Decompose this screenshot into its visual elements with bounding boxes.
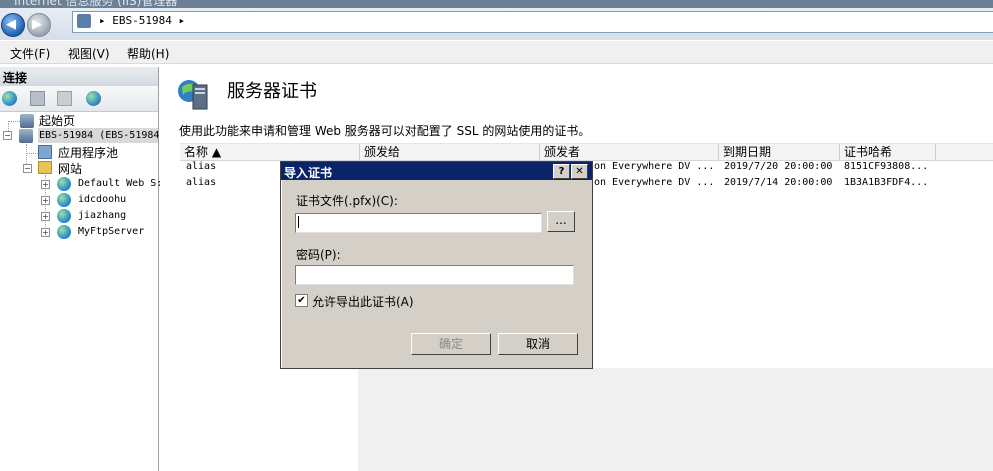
- site-globe-icon: [57, 193, 71, 207]
- window-title: Internet 信息服务 (IIS)管理器: [14, 0, 178, 8]
- tree-site-item[interactable]: Default Web S:: [78, 178, 162, 189]
- address-path[interactable]: ▸ EBS-51984 ▸: [99, 14, 185, 27]
- certificates-grid-header: 名称 ▲ 颁发给 颁发者 到期日期 证书哈希: [180, 143, 993, 161]
- back-arrow-icon: ◀: [6, 17, 16, 32]
- expand-icon[interactable]: +: [41, 228, 50, 237]
- page-title: 服务器证书: [227, 81, 317, 102]
- up-level-icon[interactable]: [57, 91, 72, 106]
- cell-expiration: 2019/7/14 20:00:00: [724, 177, 833, 188]
- collapse-icon[interactable]: −: [3, 131, 12, 140]
- server-node-icon: [19, 129, 33, 143]
- site-globe-icon: [57, 209, 71, 223]
- dialog-title-bar: 导入证书 ? ✕: [281, 162, 592, 180]
- tree-app-pools[interactable]: 应用程序池: [58, 144, 118, 161]
- expand-icon[interactable]: +: [41, 196, 50, 205]
- close-button[interactable]: ✕: [571, 164, 588, 179]
- cell-hash: 1B3A1B3FDF4...: [844, 177, 929, 188]
- import-certificate-dialog: 导入证书 ? ✕ 证书文件(.pfx)(C): ... 密码(P): ✔ 允许导…: [280, 161, 593, 369]
- empty-area: [358, 368, 993, 471]
- cancel-button[interactable]: 取消: [498, 333, 578, 355]
- column-hash[interactable]: 证书哈希: [840, 144, 936, 160]
- site-globe-icon: [57, 225, 71, 239]
- tree-server[interactable]: EBS-51984 (EBS-51984: [39, 130, 159, 141]
- password-label: 密码(P):: [296, 248, 341, 262]
- menu-file[interactable]: 文件(F): [10, 45, 50, 62]
- forward-button[interactable]: ▶: [27, 13, 51, 37]
- breadcrumb-separator[interactable]: ▸: [178, 14, 185, 27]
- forward-arrow-icon: ▶: [32, 17, 42, 32]
- column-issued-to[interactable]: 颁发给: [360, 144, 540, 160]
- tree-sites[interactable]: 网站: [58, 160, 82, 177]
- site-globe-icon: [57, 177, 71, 191]
- cell-expiration: 2019/7/20 20:00:00: [724, 161, 833, 172]
- disconnect-icon[interactable]: [86, 91, 101, 106]
- cell-hash: 8151CF93808...: [844, 161, 929, 172]
- column-expiration[interactable]: 到期日期: [719, 144, 840, 160]
- tree-site-item[interactable]: MyFtpServer: [78, 226, 144, 237]
- tree-site-item[interactable]: jiazhang: [78, 210, 126, 221]
- column-issuer[interactable]: 颁发者: [540, 144, 719, 160]
- password-input[interactable]: [295, 265, 574, 285]
- connections-toolbar: [0, 86, 158, 112]
- page-description: 使用此功能来申请和管理 Web 服务器可以对配置了 SSL 的网站使用的证书。: [179, 124, 591, 138]
- cell-name: alias: [186, 177, 217, 188]
- expand-icon[interactable]: +: [41, 212, 50, 221]
- server-certificates-icon: [178, 80, 208, 110]
- menu-help[interactable]: 帮助(H): [127, 45, 169, 62]
- window-title-bar: Internet 信息服务 (IIS)管理器: [0, 0, 993, 8]
- allow-export-label[interactable]: 允许导出此证书(A): [312, 293, 414, 310]
- allow-export-checkbox[interactable]: ✔: [295, 294, 308, 307]
- dialog-title: 导入证书: [284, 166, 333, 180]
- cell-issuer: on Everywhere DV ...: [594, 177, 715, 188]
- expand-icon[interactable]: +: [41, 180, 50, 189]
- sites-folder-icon: [38, 161, 52, 174]
- cell-name: alias: [186, 161, 217, 172]
- server-icon: [77, 14, 91, 28]
- tree-site-item[interactable]: idcdoohu: [78, 194, 126, 205]
- save-icon[interactable]: [30, 91, 45, 106]
- connections-header: 连接: [0, 67, 158, 86]
- cell-issuer: on Everywhere DV ...: [594, 161, 715, 172]
- connect-globe-icon[interactable]: [2, 91, 17, 106]
- file-label: 证书文件(.pfx)(C):: [296, 194, 398, 208]
- browse-button[interactable]: ...: [547, 211, 575, 232]
- connections-title: 连接: [3, 71, 28, 85]
- app-pool-icon: [38, 145, 52, 159]
- ok-button[interactable]: 确定: [411, 333, 491, 355]
- breadcrumb-server[interactable]: EBS-51984: [112, 14, 172, 27]
- address-bar[interactable]: ▸ EBS-51984 ▸: [72, 11, 993, 33]
- menu-view[interactable]: 视图(V): [68, 45, 110, 62]
- start-page-icon: [20, 114, 34, 128]
- certificate-file-input[interactable]: [295, 213, 542, 233]
- column-name[interactable]: 名称 ▲: [180, 144, 360, 160]
- help-button[interactable]: ?: [553, 164, 570, 179]
- text-caret: [298, 216, 299, 228]
- tree-start-page[interactable]: 起始页: [39, 112, 75, 129]
- breadcrumb-separator: ▸: [99, 14, 106, 27]
- collapse-icon[interactable]: −: [23, 164, 32, 173]
- menu-bar: 文件(F) 视图(V) 帮助(H): [0, 41, 993, 64]
- back-button[interactable]: ◀: [1, 13, 25, 37]
